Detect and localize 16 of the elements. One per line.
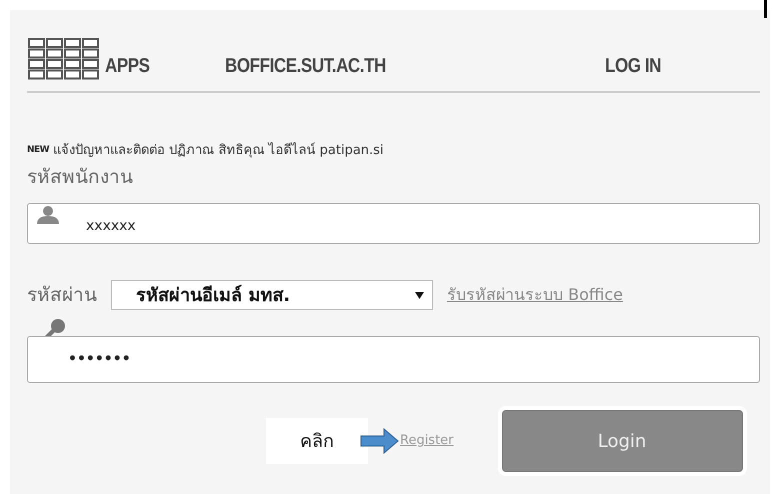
- new-label: NEW: [27, 144, 50, 157]
- login-link[interactable]: LOG IN: [605, 51, 661, 81]
- arrow-icon: [360, 428, 400, 454]
- key-icon: [45, 318, 65, 339]
- site-title: BOFFICE.SUT.AC.TH: [225, 54, 387, 79]
- notice-text: แจ้งปัญหาและติดต่อ ปฏิภาณ สิทธิคุณ ไอดีไลน์ patipan.si: [53, 141, 384, 160]
- user-icon: [37, 206, 59, 224]
- password-field[interactable]: •••••••: [27, 336, 760, 383]
- apps-link[interactable]: APPS: [105, 51, 207, 81]
- username-label: รหัสพนักงาน: [27, 164, 134, 190]
- click-callout: คลิก: [266, 418, 368, 464]
- dropdown-caret-icon: [415, 292, 424, 298]
- username-field[interactable]: xxxxxx: [27, 203, 760, 244]
- edge-mark: [764, 0, 767, 18]
- password-label: รหัสผ่าน: [27, 282, 97, 308]
- password-type-select[interactable]: รหัสผ่านอีเมล์ มทส.: [111, 280, 433, 310]
